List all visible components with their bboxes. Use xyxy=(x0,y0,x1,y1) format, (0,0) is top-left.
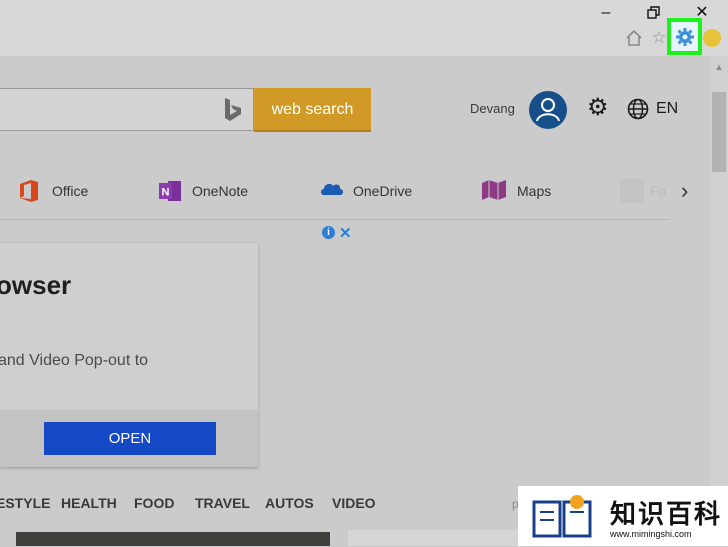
quicklink-onedrive[interactable]: OneDrive xyxy=(319,176,412,206)
category-food[interactable]: FOOD xyxy=(134,495,174,511)
page-settings-gear-icon[interactable]: ⚙ xyxy=(587,96,611,120)
quicklink-label: Office xyxy=(52,183,89,199)
maps-icon xyxy=(481,179,507,203)
category-health[interactable]: HEALTH xyxy=(61,495,117,511)
search-input[interactable] xyxy=(0,88,254,131)
office-icon xyxy=(18,179,40,203)
ad-body: and Video Pop-out to xyxy=(0,352,149,369)
scroll-up-icon[interactable]: ▲ xyxy=(712,60,726,74)
globe-icon[interactable] xyxy=(627,98,649,120)
watermark-text: 知识百科 xyxy=(610,499,723,529)
ad-close-icon[interactable]: ✕ xyxy=(339,224,352,242)
account-username[interactable]: Devang xyxy=(470,101,515,116)
svg-text:N: N xyxy=(162,187,170,199)
ad-title: owser xyxy=(0,270,72,300)
quicklink-onenote[interactable]: N OneNote xyxy=(158,176,248,206)
quicklink-label: OneNote xyxy=(192,183,249,199)
bing-logo-icon xyxy=(222,96,244,124)
home-icon[interactable] xyxy=(623,27,645,49)
smiley-feedback-icon[interactable] xyxy=(703,29,721,47)
divider xyxy=(0,219,670,220)
watermark-url: www.mimingshi.com xyxy=(610,529,692,539)
ad-info-icon[interactable]: i xyxy=(322,226,335,239)
scroll-thumb[interactable] xyxy=(712,92,726,172)
category-travel[interactable]: TRAVEL xyxy=(195,495,250,511)
language-selector[interactable]: EN xyxy=(656,100,678,118)
quicklink-label: Fa xyxy=(650,183,667,199)
open-button[interactable]: OPEN xyxy=(44,422,216,455)
onedrive-icon xyxy=(319,179,345,203)
news-thumbnail[interactable] xyxy=(348,530,518,546)
quicklink-office[interactable]: Office xyxy=(18,176,88,206)
quicklink-facebook[interactable]: Fa xyxy=(620,176,666,206)
category-autos[interactable]: AUTOS xyxy=(265,495,314,511)
category-video[interactable]: VIDEO xyxy=(332,495,376,511)
web-search-button[interactable]: web search xyxy=(254,88,371,132)
chevron-right-icon[interactable]: › xyxy=(681,178,688,204)
book-lightbulb-logo-icon xyxy=(530,490,596,542)
quicklink-label: Maps xyxy=(517,183,552,199)
avatar[interactable] xyxy=(529,91,567,129)
quicklink-label: OneDrive xyxy=(353,183,413,199)
news-thumbnail[interactable] xyxy=(16,532,330,546)
category-lifestyle[interactable]: ESTYLE xyxy=(0,495,50,511)
restore-button[interactable] xyxy=(640,2,668,24)
minimize-button[interactable]: – xyxy=(592,2,620,24)
quicklink-maps[interactable]: Maps xyxy=(481,176,551,206)
tools-gear-icon[interactable] xyxy=(674,26,696,48)
facebook-icon xyxy=(620,179,644,203)
onenote-icon: N xyxy=(158,179,181,203)
